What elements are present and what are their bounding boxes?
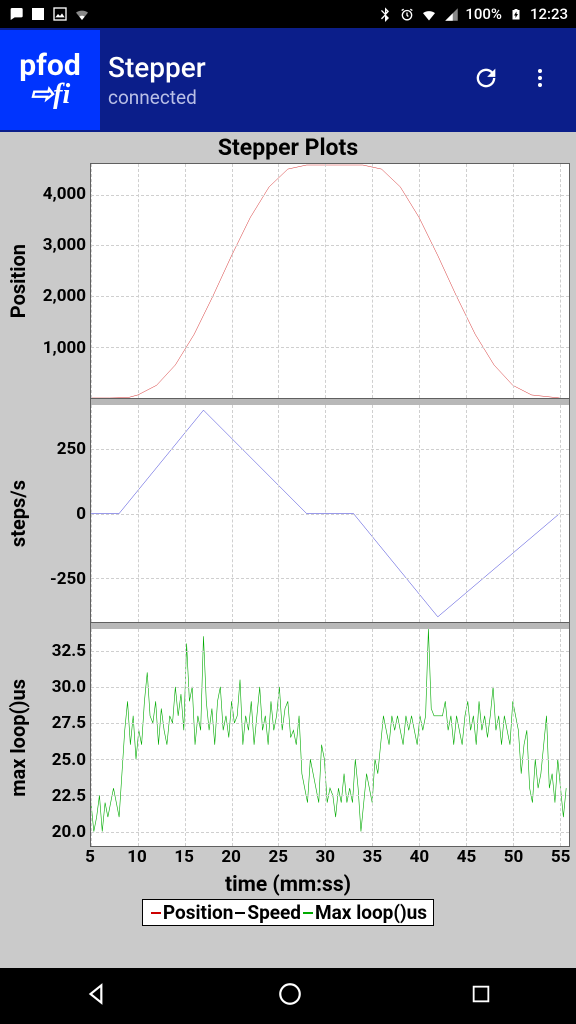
xlabel: time (mm:ss) (6, 873, 570, 897)
status-right: 100% 12:23 (377, 5, 568, 23)
app-bar-titles: Stepper connected (108, 51, 206, 109)
ylabel-speed: steps/s (6, 405, 30, 623)
image-icon (52, 6, 68, 22)
nav-home-button[interactable] (277, 981, 303, 1011)
bluetooth-icon (377, 6, 393, 22)
status-left-icons (8, 6, 90, 22)
alarm-icon (399, 6, 415, 22)
legend-swatch-position (151, 912, 161, 914)
legend-box: Position Speed Max loop()us (142, 899, 434, 926)
yticks-speed: -2500250 (30, 405, 90, 623)
battery-charging-icon (508, 6, 524, 22)
app-logo[interactable]: pfod ⇨fi (0, 30, 100, 130)
overflow-menu-button[interactable] (528, 66, 552, 94)
app-bar-actions (472, 64, 568, 96)
xticks: 510152025303540455055 (90, 847, 570, 873)
app-title: Stepper (108, 51, 206, 84)
chart-row-speed: steps/s -2500250 (6, 405, 570, 623)
legend-label-position: Position (163, 901, 233, 924)
nav-recents-button[interactable] (470, 983, 492, 1009)
ylabel-maxloop: max loop()us (6, 629, 30, 847)
refresh-button[interactable] (472, 64, 500, 96)
legend-swatch-maxloop (303, 912, 313, 914)
chart-row-position: Position 1,0002,0003,0004,000 (6, 163, 570, 399)
xaxis: 510152025303540455055 (6, 847, 570, 873)
chart-stack: Position 1,0002,0003,0004,000 steps/s -2… (6, 163, 570, 964)
logo-line-1: pfod (19, 51, 80, 81)
connection-status: connected (108, 86, 206, 109)
yticks-maxloop: 20.022.525.027.530.032.5 (30, 629, 90, 847)
android-status-bar: 100% 12:23 (0, 0, 576, 28)
signal-icon (443, 6, 459, 22)
plot-box-maxloop[interactable] (90, 629, 570, 847)
nav-back-button[interactable] (84, 981, 110, 1011)
ylabel-position: Position (6, 163, 30, 399)
square-icon (30, 6, 46, 22)
plot-area: Stepper Plots Position 1,0002,0003,0004,… (0, 132, 576, 968)
legend: Position Speed Max loop()us (6, 897, 570, 930)
plot-box-speed[interactable] (90, 405, 570, 623)
notification-bubble-icon (8, 6, 24, 22)
yticks-position: 1,0002,0003,0004,000 (30, 163, 90, 399)
wifi-icon (421, 6, 437, 22)
android-nav-bar (0, 968, 576, 1024)
legend-label-speed: Speed (247, 901, 301, 924)
logo-line-2: ⇨fi (30, 81, 71, 109)
chart-row-maxloop: max loop()us 20.022.525.027.530.032.5 (6, 629, 570, 847)
legend-label-maxloop: Max loop()us (315, 901, 427, 924)
clock-text: 12:23 (530, 5, 568, 23)
wifi-weak-icon (74, 6, 90, 22)
battery-text: 100% (465, 5, 502, 23)
legend-swatch-speed (235, 912, 245, 914)
plot-box-position[interactable] (90, 163, 570, 399)
plots-title: Stepper Plots (6, 132, 570, 163)
app-bar: pfod ⇨fi Stepper connected (0, 28, 576, 132)
